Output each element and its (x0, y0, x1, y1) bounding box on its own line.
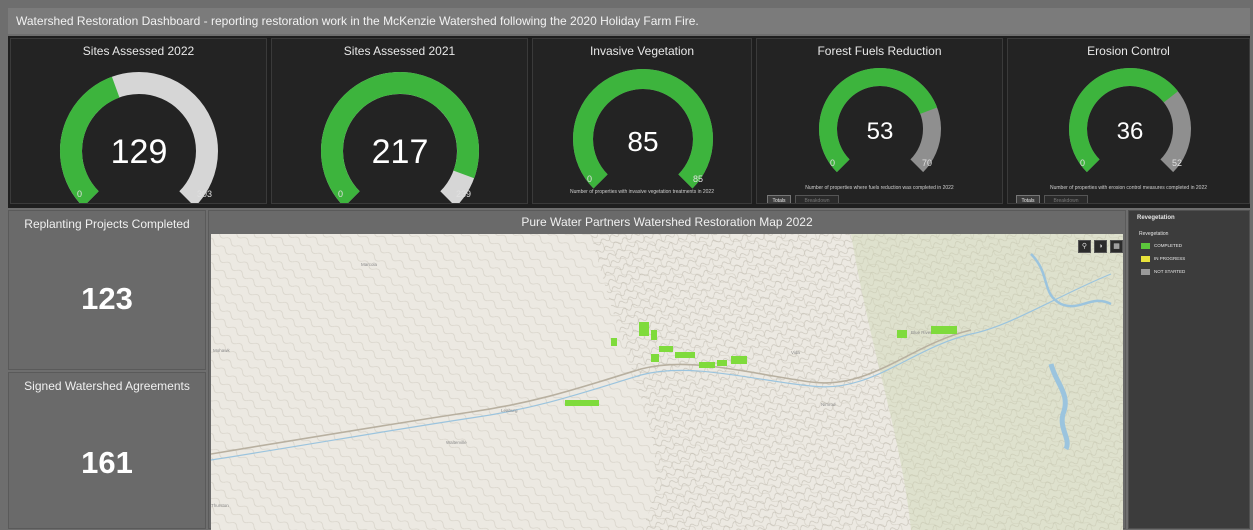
layers-icon[interactable]: ▦ (1110, 240, 1123, 253)
gauge-min-label: 0 (587, 174, 592, 184)
legend-swatch (1141, 243, 1150, 249)
svg-text:Marcola: Marcola (361, 262, 378, 267)
stat-value: 123 (81, 281, 133, 316)
gauge-min-label: 0 (77, 189, 82, 199)
legend-label: IN PROGRESS (1154, 256, 1186, 262)
map-legend: Revegetation Revegetation COMPLETED IN P… (1128, 210, 1250, 529)
basemap-icon[interactable]: ◑ (1094, 240, 1107, 253)
legend-item-in-progress: IN PROGRESS (1141, 256, 1185, 262)
gauge-value: 53 (867, 118, 894, 145)
gauge-sites-assessed-2021: 217 0 239 Sites Assessed 2021 (271, 38, 528, 204)
svg-text:Nimrod: Nimrod (821, 402, 836, 407)
legend-label: COMPLETED (1154, 243, 1183, 249)
gauge-value: 85 (627, 126, 658, 157)
gauge-min-label: 0 (338, 189, 343, 199)
gauge-title: Forest Fuels Reduction (817, 44, 942, 58)
gauge-title: Erosion Control (1087, 44, 1170, 58)
dashboard-banner: Watershed Restoration Dashboard - report… (8, 8, 1250, 34)
stat-title: Signed Watershed Agreements (24, 379, 190, 393)
gauge-title: Sites Assessed 2022 (82, 44, 195, 58)
gauge-value: 217 (372, 133, 429, 171)
legend-label: NOT STARTED (1154, 269, 1186, 275)
breakdown-button[interactable]: Breakdown (1044, 195, 1088, 203)
stat-signed-agreements: Signed Watershed Agreements 161 (8, 372, 206, 529)
gauge-dial: 85 0 85 (573, 69, 713, 189)
stat-title: Replanting Projects Completed (24, 217, 190, 231)
legend-item-completed: COMPLETED (1141, 243, 1182, 249)
gauge-dial: 53 0 70 (819, 68, 941, 173)
terrain-basemap: Marcola Mohawk Leaburg Walterville Nimro… (211, 234, 1123, 530)
map-title: Pure Water Partners Watershed Restoratio… (521, 215, 813, 229)
svg-text:Thurston: Thurston (211, 503, 229, 508)
gauge-dial: 217 0 239 (321, 72, 479, 203)
svg-text:Leaburg: Leaburg (501, 408, 518, 413)
stat-value: 161 (81, 445, 133, 480)
legend-item-not-started: NOT STARTED (1141, 269, 1185, 275)
svg-text:Vida: Vida (791, 350, 800, 355)
gauge-erosion-control: 36 0 52 Erosion Control Number of properti… (1007, 38, 1250, 204)
gauge-max-label: 303 (197, 189, 212, 199)
gauge-note: Number of properties where fuels reducti… (805, 185, 954, 191)
gauge-dial: 36 0 52 (1069, 68, 1191, 173)
gauge-max-label: 52 (1172, 158, 1182, 168)
gauge-max-label: 70 (922, 158, 932, 168)
gauge-forest-fuels-reduction: 53 0 70 Forest Fuels Reduction Number of p… (756, 38, 1003, 204)
gauge-max-label: 239 (456, 189, 471, 199)
gauge-min-label: 0 (830, 158, 835, 168)
gauge-sites-assessed-2022: 129 0 303 Sites Assessed 2022 (10, 38, 267, 204)
gauge-title: Sites Assessed 2021 (343, 44, 456, 58)
svg-text:Blue River: Blue River (911, 330, 932, 335)
gauge-invasive-vegetation: 85 0 85 Invasive Vegetation Number of prop… (532, 38, 752, 204)
svg-text:Walterville: Walterville (446, 440, 467, 445)
gauge-value: 36 (1117, 118, 1144, 145)
gauge-value: 129 (111, 133, 168, 171)
gauge-note: Number of properties with invasive veget… (570, 189, 714, 195)
gauge-progress (60, 76, 120, 203)
gauge-dial: 129 0 303 (60, 72, 218, 203)
map-canvas[interactable]: Marcola Mohawk Leaburg Walterville Nimro… (211, 234, 1123, 530)
gauge-note: Number of properties with erosion contro… (1049, 185, 1208, 191)
gauge-title: Invasive Vegetation (589, 44, 695, 58)
legend-heading: Revegetation (1137, 215, 1175, 221)
svg-text:Mohawk: Mohawk (213, 348, 231, 353)
stat-replanting-projects: Replanting Projects Completed 123 (8, 210, 206, 370)
legend-subheading: Revegetation (1139, 231, 1169, 237)
gauge-min-label: 0 (1080, 158, 1085, 168)
search-icon[interactable]: ⚲ (1078, 240, 1091, 253)
totals-button[interactable]: Totals (767, 195, 791, 203)
breakdown-button[interactable]: Breakdown (795, 195, 839, 203)
gauge-max-label: 85 (693, 174, 703, 184)
legend-swatch (1141, 256, 1150, 262)
restoration-map-panel: Pure Water Partners Watershed Restoratio… (208, 210, 1126, 530)
legend-swatch (1141, 269, 1150, 275)
totals-button[interactable]: Totals (1016, 195, 1040, 203)
